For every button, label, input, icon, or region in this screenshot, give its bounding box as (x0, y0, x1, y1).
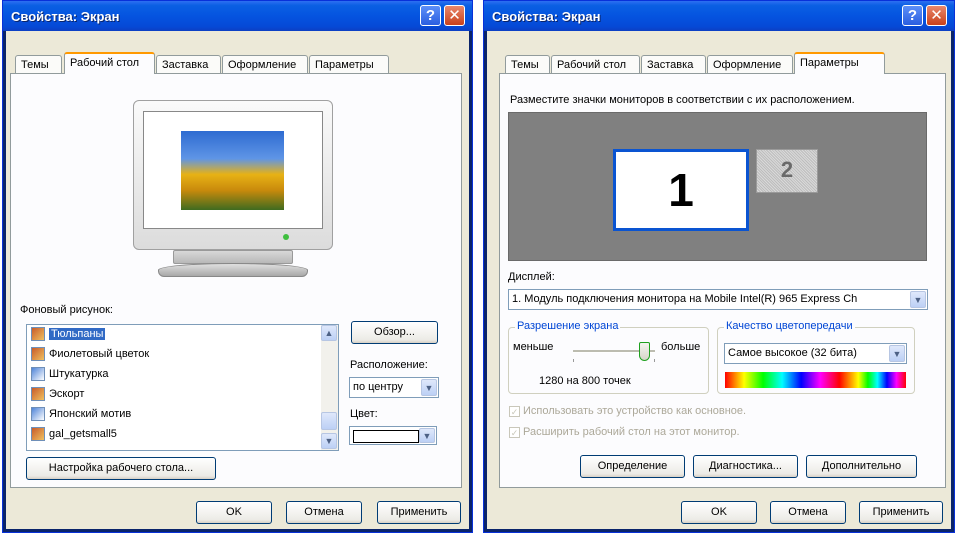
identify-button[interactable]: Определение (580, 455, 685, 478)
list-scrollbar[interactable]: ▲ ▼ (321, 325, 338, 450)
advanced-button[interactable]: Дополнительно (806, 455, 917, 478)
list-item[interactable]: Японский мотив (31, 405, 131, 423)
color-swatch (353, 430, 419, 443)
scroll-down-icon[interactable]: ▼ (321, 433, 337, 449)
list-item[interactable]: Тюльпаны (31, 325, 106, 343)
tab-appearance[interactable]: Оформление (222, 55, 308, 73)
primary-device-label: Использовать это устройство как основное… (523, 405, 747, 417)
file-icon (31, 407, 45, 422)
checkbox-checked-icon[interactable]: ✓ (509, 426, 520, 438)
apply-button[interactable]: Применить (377, 501, 461, 524)
position-label: Расположение: (350, 359, 428, 371)
list-item[interactable]: Эскорт (31, 385, 84, 403)
monitor-power-light (283, 234, 289, 240)
color-label: Цвет: (350, 408, 378, 420)
instruction-text: Разместите значки мониторов в соответств… (510, 94, 855, 106)
checkbox-checked-icon[interactable]: ✓ (509, 405, 520, 417)
customize-desktop-button[interactable]: Настройка рабочего стола... (26, 457, 216, 480)
resolution-slider-thumb[interactable] (639, 342, 650, 361)
left-client: Темы Рабочий стол Заставка Оформление Па… (6, 31, 469, 529)
right-window-title: Свойства: Экран (492, 9, 601, 24)
troubleshoot-button[interactable]: Диагностика... (693, 455, 798, 478)
tab-screensaver[interactable]: Заставка (641, 55, 706, 73)
settings-panel: Разместите значки мониторов в соответств… (499, 73, 946, 488)
resolution-value: 1280 на 800 точек (539, 375, 631, 387)
resolution-group-label: Разрешение экрана (515, 320, 621, 332)
file-icon (31, 347, 45, 362)
monitor-2-label: 2 (780, 157, 794, 182)
primary-device-checkbox[interactable]: ✓ Использовать это устройство как основно… (509, 405, 746, 417)
tab-settings[interactable]: Параметры (309, 55, 389, 73)
left-dialog: Свойства: Экран ? ✕ Темы Рабочий стол За… (2, 0, 473, 533)
dropdown-icon[interactable]: ▼ (910, 291, 926, 308)
right-titlebar[interactable]: Свойства: Экран ? ✕ (484, 1, 954, 31)
cancel-button[interactable]: Отмена (286, 501, 362, 524)
file-icon (31, 387, 45, 402)
dropdown-icon[interactable]: ▼ (889, 345, 905, 362)
less-label: меньше (513, 341, 554, 353)
dropdown-icon[interactable]: ▼ (419, 428, 435, 443)
file-icon (31, 327, 45, 342)
ok-button[interactable]: OK (196, 501, 272, 524)
left-window-title: Свойства: Экран (11, 9, 120, 24)
cancel-button[interactable]: Отмена (770, 501, 846, 524)
monitor-screen (143, 111, 323, 229)
ok-button[interactable]: OK (681, 501, 757, 524)
display-select[interactable]: 1. Модуль подключения монитора на Mobile… (508, 289, 928, 310)
dropdown-icon[interactable]: ▼ (421, 379, 437, 396)
scroll-thumb[interactable] (321, 412, 337, 430)
file-icon (31, 427, 45, 442)
right-dialog: Свойства: Экран ? ✕ Темы Рабочий стол За… (483, 0, 955, 533)
display-label: Дисплей: (508, 271, 555, 283)
tab-desktop[interactable]: Рабочий стол (551, 55, 640, 73)
list-item[interactable]: Фиолетовый цветок (31, 345, 149, 363)
wallpaper-list[interactable]: Тюльпаны Фиолетовый цветок Штукатурка Эс… (26, 324, 339, 451)
extend-desktop-label: Расширить рабочий стол на этот монитор. (523, 426, 740, 438)
browse-button[interactable]: Обзор... (351, 321, 438, 344)
desktop-panel: Фоновый рисунок: Тюльпаны Фиолетовый цве… (10, 73, 462, 488)
position-select[interactable]: по центру ▼ (349, 377, 439, 398)
monitor-1-label: 1 (668, 164, 694, 216)
more-label: больше (661, 341, 701, 353)
extend-desktop-checkbox[interactable]: ✓ Расширить рабочий стол на этот монитор. (509, 426, 740, 438)
scroll-up-icon[interactable]: ▲ (321, 325, 337, 341)
color-quality-group-label: Качество цветопередачи (724, 320, 855, 332)
color-quality-value: Самое высокое (32 бита) (728, 347, 857, 359)
close-icon[interactable]: ✕ (444, 5, 465, 26)
display-value: 1. Модуль подключения монитора на Mobile… (512, 293, 858, 305)
resolution-group: Разрешение экрана меньше больше 1280 на … (508, 320, 709, 394)
tab-desktop[interactable]: Рабочий стол (64, 52, 155, 74)
tab-themes[interactable]: Темы (505, 55, 550, 73)
file-icon (31, 367, 45, 382)
apply-button[interactable]: Применить (859, 501, 943, 524)
tab-screensaver[interactable]: Заставка (156, 55, 221, 73)
list-item[interactable]: gal_getsmall5 (31, 425, 117, 443)
background-label: Фоновый рисунок: (20, 304, 113, 316)
list-item[interactable]: Штукатурка (31, 365, 109, 383)
left-titlebar[interactable]: Свойства: Экран ? ✕ (3, 1, 472, 31)
color-quality-group: Качество цветопередачи Самое высокое (32… (717, 320, 915, 394)
position-value: по центру (353, 381, 404, 393)
wallpaper-thumbnail (181, 131, 284, 210)
monitor-2[interactable]: 2 (756, 149, 818, 193)
close-icon[interactable]: ✕ (926, 5, 947, 26)
monitor-stand (173, 250, 293, 264)
color-quality-select[interactable]: Самое высокое (32 бита) ▼ (724, 343, 907, 364)
monitor-preview (133, 100, 333, 283)
monitor-base (158, 263, 308, 277)
right-client: Темы Рабочий стол Заставка Оформление Па… (487, 31, 951, 529)
help-icon[interactable]: ? (420, 5, 441, 26)
tab-settings[interactable]: Параметры (794, 52, 885, 74)
tab-themes[interactable]: Темы (15, 55, 62, 73)
color-spectrum-bar (725, 372, 906, 388)
help-icon[interactable]: ? (902, 5, 923, 26)
tab-appearance[interactable]: Оформление (707, 55, 793, 73)
monitor-layout-area[interactable]: 1 2 (508, 112, 927, 261)
monitor-1[interactable]: 1 (613, 149, 749, 231)
color-picker[interactable]: ▼ (349, 426, 437, 445)
